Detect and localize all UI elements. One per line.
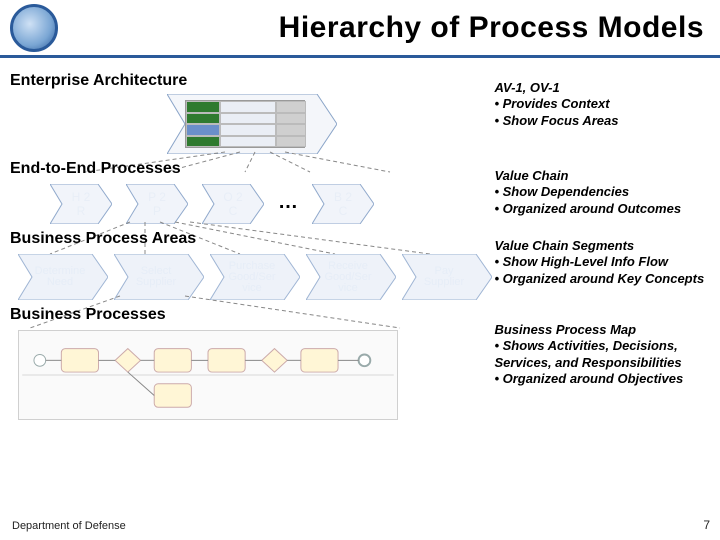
e2e-chevrons: H 2R P 2P O 2C … B 2C xyxy=(50,184,494,224)
page-title: Hierarchy of Process Models xyxy=(279,11,704,45)
section-label-bp: Business Processes xyxy=(10,306,494,324)
e2e-chevron-label: P 2P xyxy=(148,190,166,218)
e2e-chevron: O 2C xyxy=(202,184,264,224)
ea-bullet: Provides Context xyxy=(494,96,710,112)
bpa-bullet: Show High-Level Info Flow xyxy=(494,254,710,270)
bpa-left: Business Process Areas DetermineNeed Sel… xyxy=(10,224,494,300)
bpa-chevron: SelectSupplier xyxy=(114,254,204,300)
e2e-bullet: Organized around Outcomes xyxy=(494,201,710,217)
bpa-desc-title: Value Chain Segments xyxy=(494,238,710,254)
bpa-chevron-label: PaySupplier xyxy=(402,254,486,300)
bpa-chevron: PurchaseGood/Service xyxy=(210,254,300,300)
e2e-chevron: P 2P xyxy=(126,184,188,224)
e2e-chevron-label: O 2C xyxy=(223,190,242,218)
bpa-chevron: PaySupplier xyxy=(402,254,492,300)
footer-org: Department of Defense xyxy=(12,520,126,532)
e2e-chevron-label: H 2R xyxy=(72,190,91,218)
dod-seal-icon xyxy=(10,4,58,52)
e2e-description: Value Chain Show Dependencies Organized … xyxy=(494,154,710,217)
bpa-chevron: ReceiveGood/Service xyxy=(306,254,396,300)
bp-left: Business Processes xyxy=(10,300,494,420)
bpa-chevron-label: DetermineNeed xyxy=(18,254,102,300)
row-bp: Business Processes xyxy=(10,300,710,420)
page-number: 7 xyxy=(703,518,710,532)
bp-bullet: Organized around Objectives xyxy=(494,371,710,387)
bpa-bullet: Organized around Key Concepts xyxy=(494,271,710,287)
bp-bullet: Shows Activities, Decisions, Services, a… xyxy=(494,338,710,371)
e2e-left: End-to-End Processes H 2R P 2P O 2C … xyxy=(10,154,494,224)
e2e-chevron: B 2C xyxy=(312,184,374,224)
ea-description: AV-1, OV-1 Provides Context Show Focus A… xyxy=(494,66,710,129)
section-label-bpa: Business Process Areas xyxy=(10,230,494,248)
ea-left: Enterprise Architecture xyxy=(10,66,494,154)
slide-body: Enterprise Architecture xyxy=(0,58,720,420)
ea-bullet: Show Focus Areas xyxy=(494,113,710,129)
bpa-chevron: DetermineNeed xyxy=(18,254,108,300)
ea-desc-title: AV-1, OV-1 xyxy=(494,80,710,96)
e2e-chevron-label: B 2C xyxy=(334,190,352,218)
ea-thumbnail xyxy=(167,94,337,154)
bpa-chevron-label: SelectSupplier xyxy=(114,254,198,300)
e2e-bullet: Show Dependencies xyxy=(494,184,710,200)
bpa-chevron-label: ReceiveGood/Service xyxy=(306,254,390,300)
bpa-chevrons: DetermineNeed SelectSupplier PurchaseGoo… xyxy=(18,254,494,300)
section-label-ea: Enterprise Architecture xyxy=(10,72,494,90)
bp-desc-title: Business Process Map xyxy=(494,322,710,338)
row-e2e: End-to-End Processes H 2R P 2P O 2C … xyxy=(10,154,710,224)
header: Hierarchy of Process Models xyxy=(0,0,720,58)
bpmn-thumbnail xyxy=(18,330,398,420)
ea-table-placeholder xyxy=(185,100,305,148)
bp-description: Business Process Map Shows Activities, D… xyxy=(494,300,710,387)
row-ea: Enterprise Architecture xyxy=(10,66,710,154)
e2e-chevron: H 2R xyxy=(50,184,112,224)
section-label-e2e: End-to-End Processes xyxy=(10,160,494,178)
e2e-desc-title: Value Chain xyxy=(494,168,710,184)
ellipsis: … xyxy=(278,191,298,218)
bpa-chevron-label: PurchaseGood/Service xyxy=(210,254,294,300)
row-bpa: Business Process Areas DetermineNeed Sel… xyxy=(10,224,710,300)
bpa-description: Value Chain Segments Show High-Level Inf… xyxy=(494,224,710,287)
